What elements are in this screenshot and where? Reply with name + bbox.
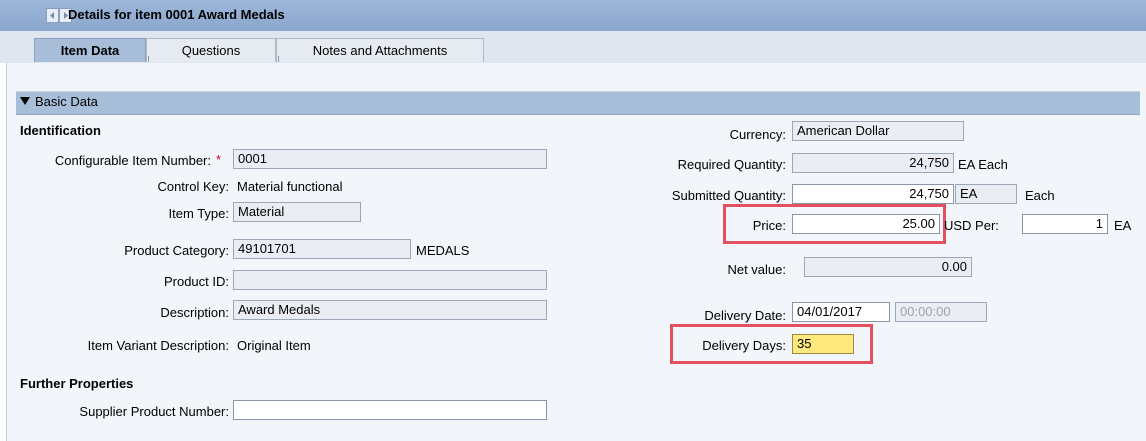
- product-category-field[interactable]: 49101701: [233, 239, 411, 259]
- product-id-field[interactable]: [233, 270, 547, 290]
- tab-separator: [148, 56, 149, 62]
- delivery-days-field[interactable]: 35: [792, 334, 854, 354]
- item-type-label: Item Type:: [168, 206, 229, 221]
- delivery-date-field[interactable]: 04/01/2017: [792, 302, 890, 322]
- product-category-label: Product Category:: [124, 243, 229, 258]
- required-marker: *: [216, 152, 222, 167]
- window-title: Details for item 0001 Award Medals: [68, 7, 285, 22]
- product-id-label: Product ID:: [163, 274, 229, 289]
- required-quantity-unit: EA Each: [958, 157, 1008, 172]
- supplier-product-number-label: Supplier Product Number:: [79, 404, 229, 419]
- tab-notes-and-attachments[interactable]: Notes and Attachments: [276, 38, 484, 62]
- product-category-description: MEDALS: [416, 243, 470, 258]
- supplier-product-number-field[interactable]: [233, 400, 547, 420]
- identification-heading: Identification: [20, 123, 101, 138]
- submitted-quantity-field[interactable]: 24,750: [792, 184, 954, 204]
- configurable-item-number-field[interactable]: 0001: [233, 149, 547, 169]
- net-value-label: Net value:: [727, 262, 786, 277]
- required-quantity-field[interactable]: 24,750: [792, 153, 954, 173]
- description-label: Description:: [160, 305, 229, 320]
- currency-field[interactable]: American Dollar: [792, 121, 964, 141]
- tab-item-data[interactable]: Item Data: [34, 38, 146, 62]
- submitted-quantity-unit-field[interactable]: EA: [955, 184, 1017, 204]
- price-field[interactable]: 25.00: [792, 214, 940, 234]
- submitted-quantity-unit-text: Each: [1025, 188, 1055, 203]
- required-quantity-label: Required Quantity:: [677, 157, 786, 172]
- control-key-label: Control Key:: [157, 179, 229, 194]
- price-per-unit: EA: [1114, 218, 1132, 233]
- tab-separator: [278, 56, 279, 62]
- delivery-date-label: Delivery Date:: [704, 308, 786, 323]
- delivery-days-label: Delivery Days:: [702, 338, 786, 353]
- submitted-quantity-label: Submitted Quantity:: [671, 188, 786, 203]
- control-key-value: Material functional: [237, 179, 343, 194]
- further-properties-heading: Further Properties: [20, 376, 134, 391]
- item-variant-description-label: Item Variant Description:: [87, 338, 229, 353]
- net-value-field[interactable]: 0.00: [804, 257, 972, 277]
- tab-questions[interactable]: Questions: [146, 38, 276, 62]
- nav-back-icon[interactable]: [46, 8, 59, 23]
- delivery-time-field[interactable]: 00:00:00: [895, 302, 987, 322]
- price-per-field[interactable]: 1: [1022, 214, 1108, 234]
- item-type-field[interactable]: Material: [233, 202, 361, 222]
- section-label: Basic Data: [35, 94, 98, 109]
- currency-label: Currency:: [729, 127, 786, 142]
- collapse-triangle-icon[interactable]: [20, 97, 30, 105]
- price-currency-per: USD Per:: [944, 218, 999, 233]
- configurable-item-number-label: Configurable Item Number:: [54, 153, 211, 168]
- description-field[interactable]: Award Medals: [233, 300, 547, 320]
- price-label: Price:: [752, 218, 786, 233]
- item-variant-description-value: Original Item: [237, 338, 311, 353]
- section-header[interactable]: [16, 91, 1140, 115]
